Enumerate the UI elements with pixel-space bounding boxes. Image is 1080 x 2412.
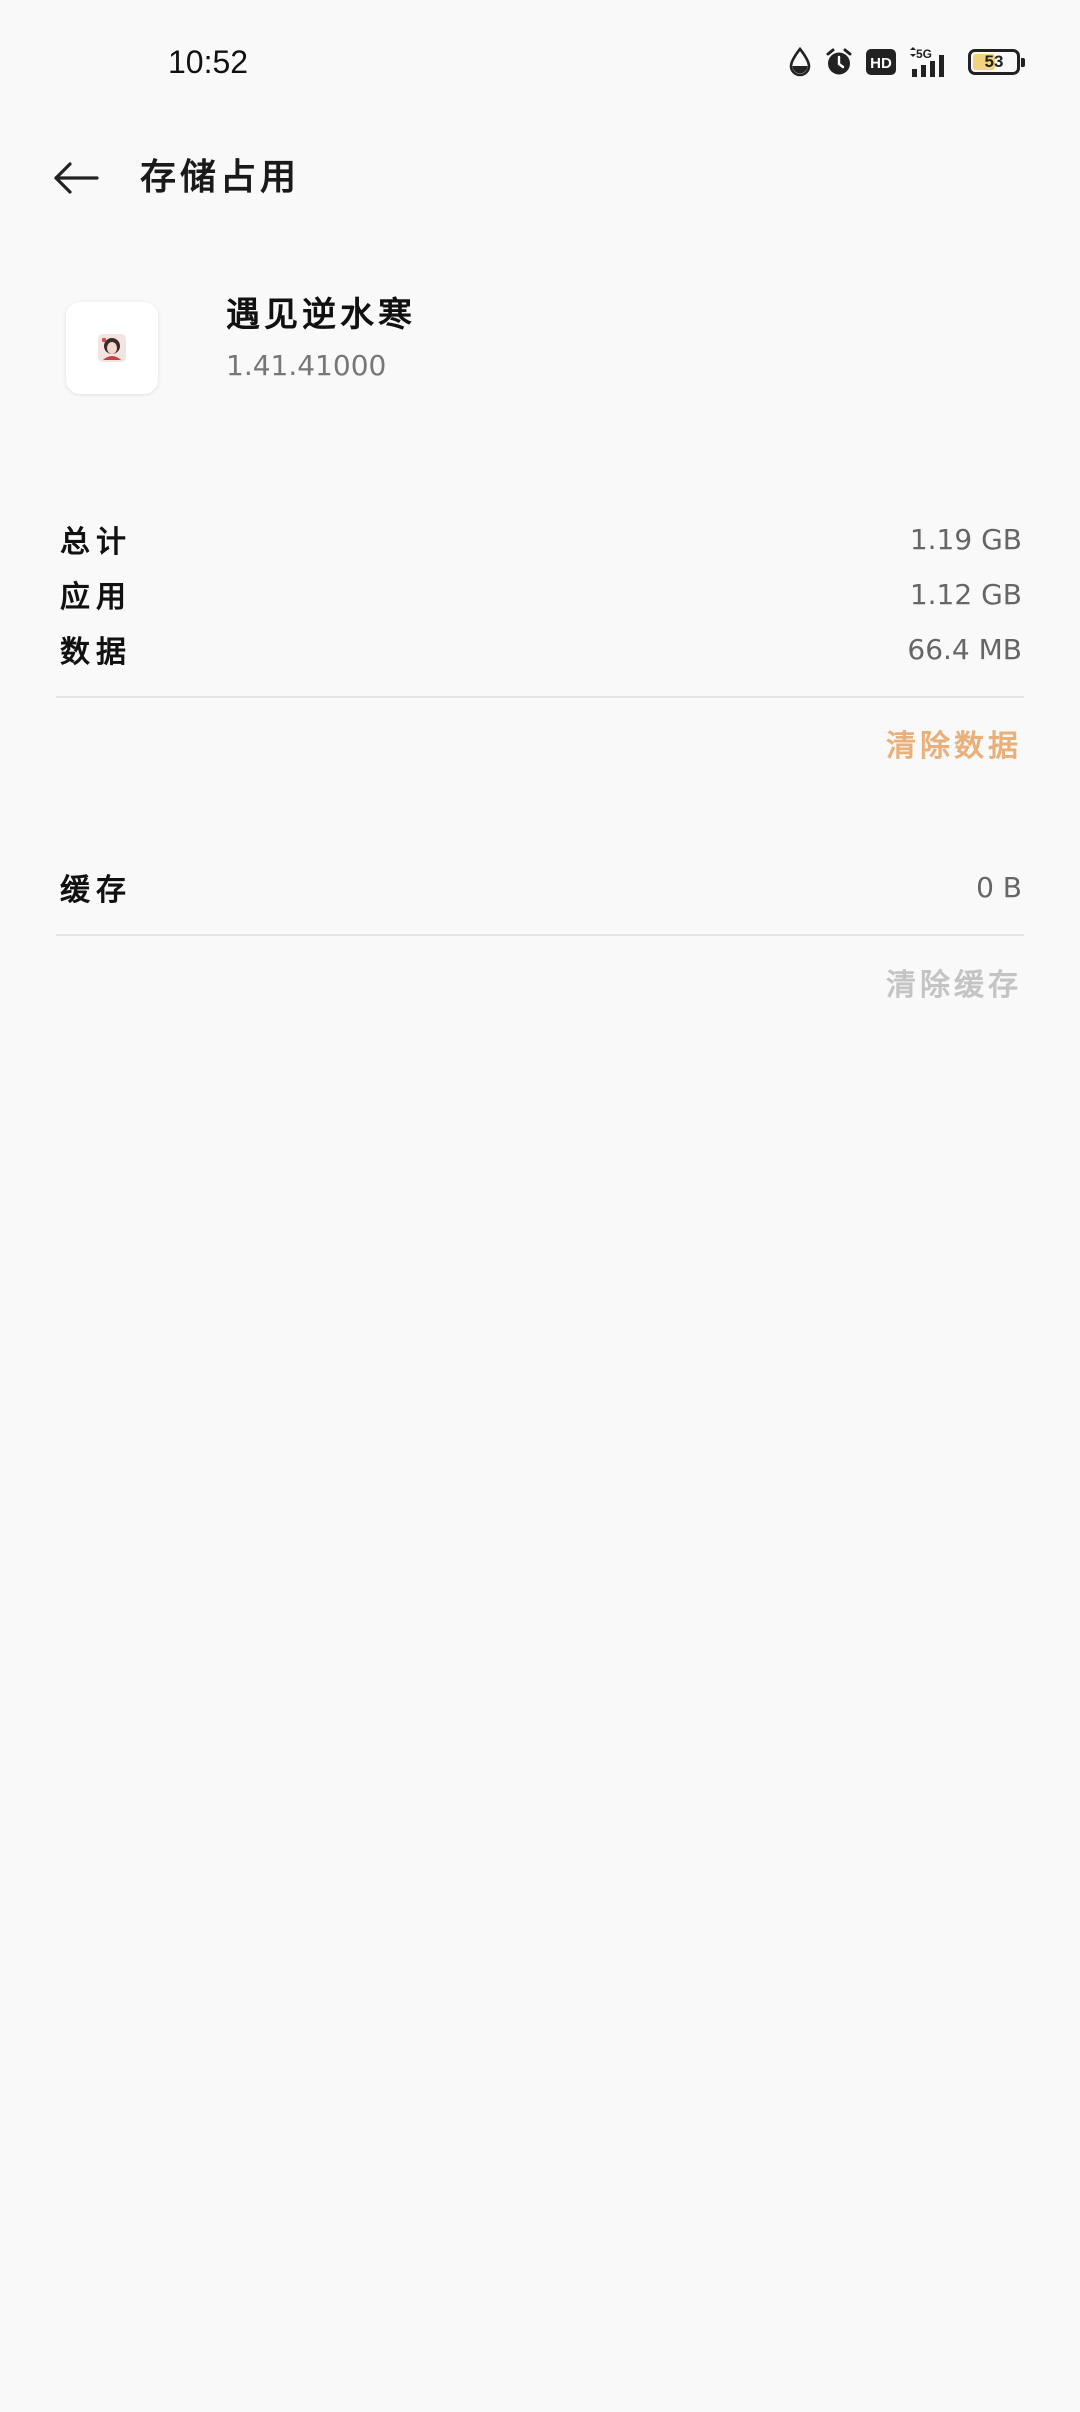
battery-level: 53 bbox=[984, 52, 1004, 71]
divider bbox=[56, 934, 1024, 936]
back-button[interactable] bbox=[44, 150, 108, 206]
app-icon bbox=[66, 302, 158, 394]
data-size-value: 66.4 MB bbox=[907, 632, 1022, 666]
data-size-row: 数据 66.4 MB bbox=[60, 625, 1022, 673]
alarm-icon bbox=[824, 47, 854, 77]
network-type-label: 5G bbox=[916, 47, 932, 61]
battery-icon: 53 bbox=[968, 49, 1025, 75]
cache-value: 0 B bbox=[976, 870, 1022, 904]
total-value: 1.19 GB bbox=[909, 522, 1022, 556]
cache-row: 缓存 0 B bbox=[60, 863, 1022, 911]
drop-icon bbox=[788, 47, 812, 77]
app-name: 遇见逆水寒 bbox=[226, 295, 416, 335]
app-size-label: 应用 bbox=[60, 580, 132, 615]
divider bbox=[56, 696, 1024, 698]
clear-data-button[interactable]: 清除数据 bbox=[886, 725, 1022, 769]
status-time: 10:52 bbox=[168, 44, 249, 80]
app-version: 1.41.41000 bbox=[226, 349, 387, 382]
arrow-left-icon bbox=[54, 162, 99, 194]
data-size-label: 数据 bbox=[60, 635, 132, 670]
status-bar: 10:52 HD 5G 53 bbox=[0, 0, 1080, 124]
total-label: 总计 bbox=[60, 525, 132, 560]
status-icons: HD 5G 53 bbox=[788, 42, 1025, 82]
app-avatar-icon bbox=[98, 334, 126, 362]
hd-badge-icon: HD bbox=[866, 49, 896, 75]
app-size-row: 应用 1.12 GB bbox=[60, 570, 1022, 618]
clear-cache-button[interactable]: 清除缓存 bbox=[886, 964, 1022, 1008]
total-row: 总计 1.19 GB bbox=[60, 515, 1022, 563]
battery-tip bbox=[1021, 58, 1025, 67]
app-size-value: 1.12 GB bbox=[909, 577, 1022, 611]
signal-5g-icon: 5G bbox=[908, 47, 952, 77]
hd-badge-label: HD bbox=[870, 55, 892, 72]
cache-label: 缓存 bbox=[60, 873, 132, 908]
page-title: 存储占用 bbox=[140, 157, 301, 198]
